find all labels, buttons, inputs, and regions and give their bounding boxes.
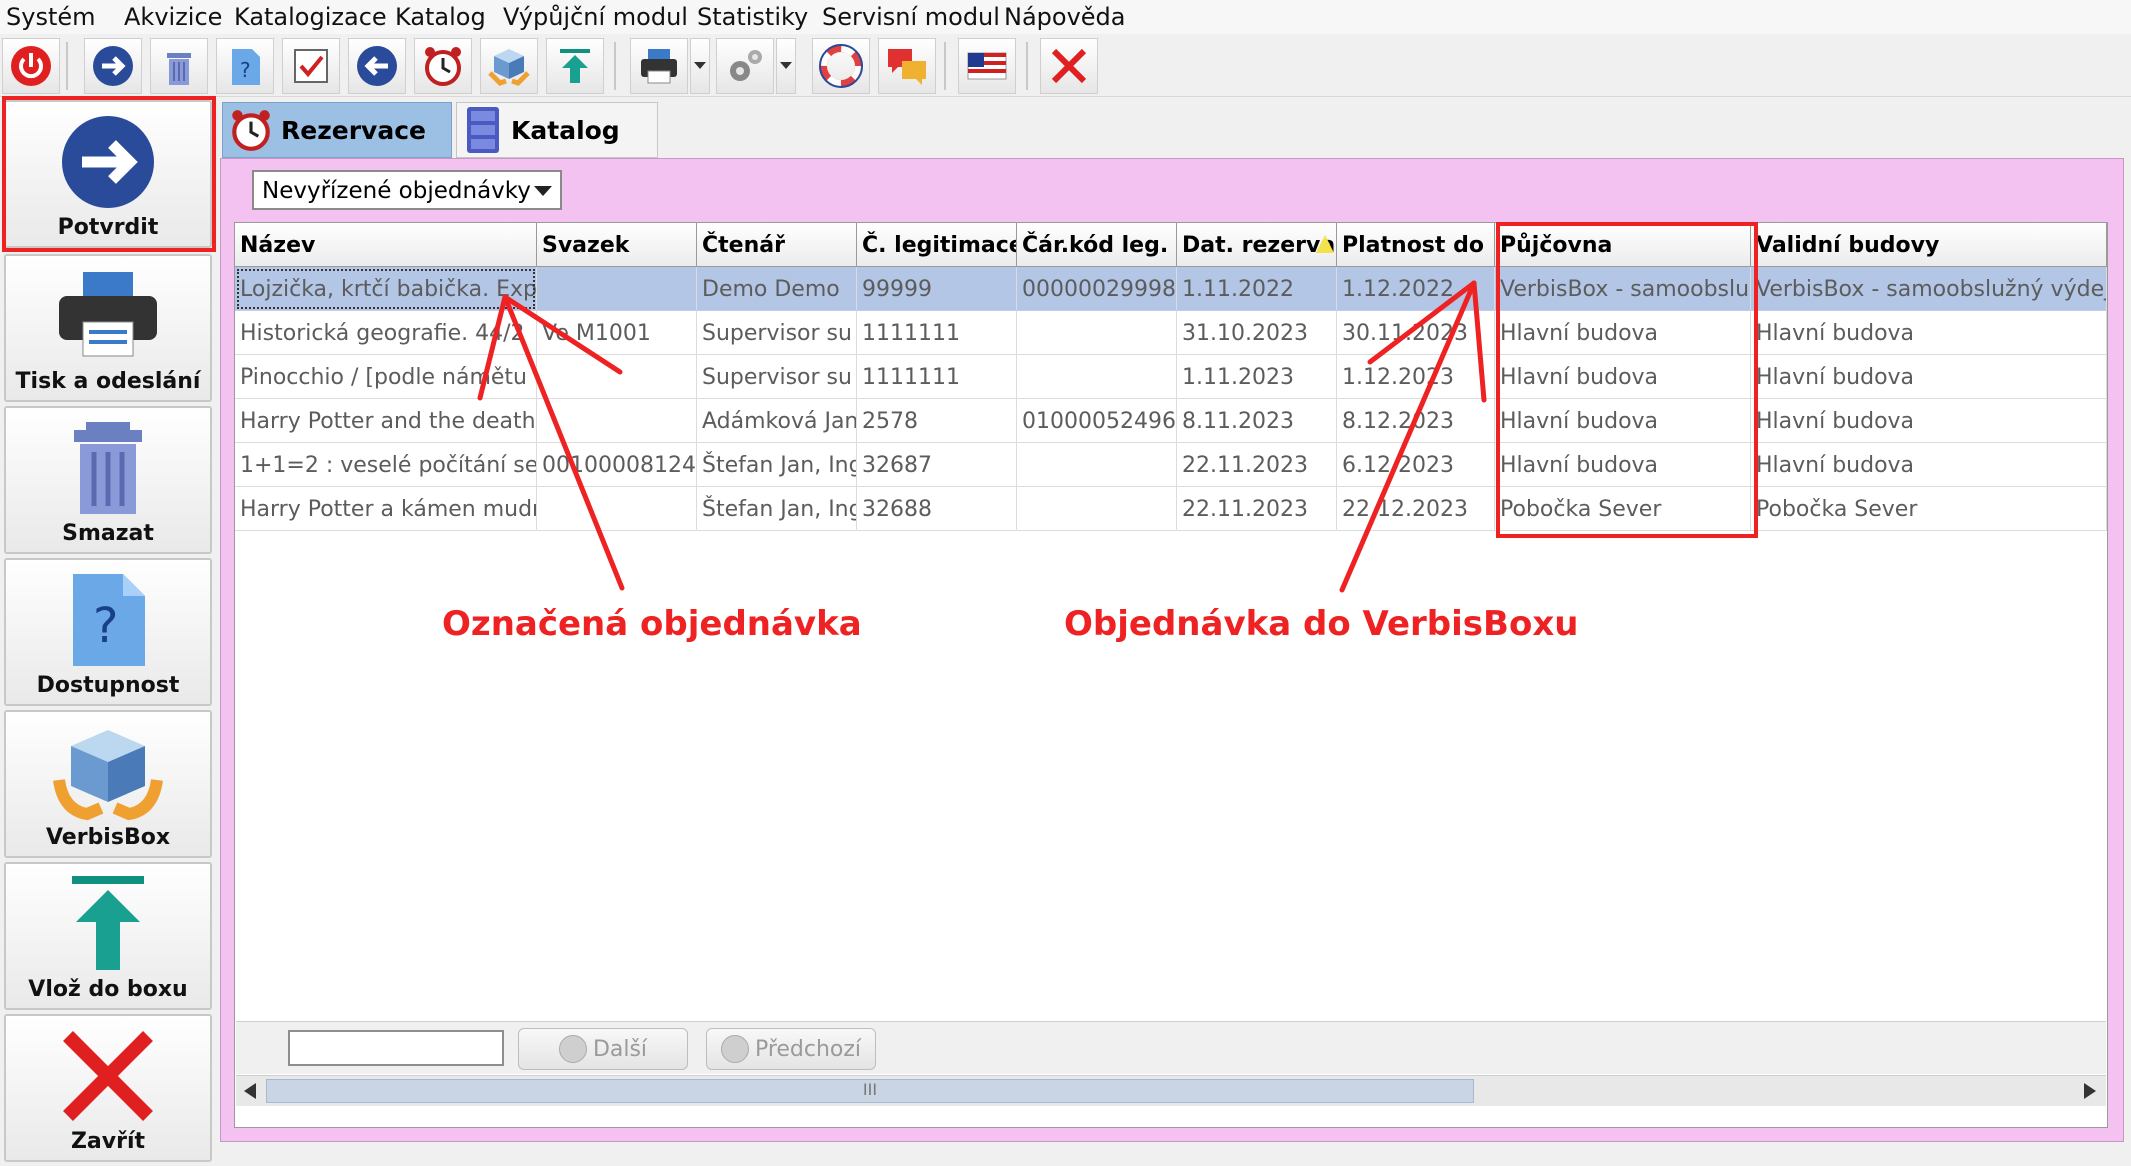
annotation-label-selected: Označená objednávka bbox=[442, 604, 862, 644]
annotation-arrows bbox=[477, 280, 1487, 593]
annotation-label-verbisbox: Objednávka do VerbisBoxu bbox=[1064, 604, 1579, 644]
